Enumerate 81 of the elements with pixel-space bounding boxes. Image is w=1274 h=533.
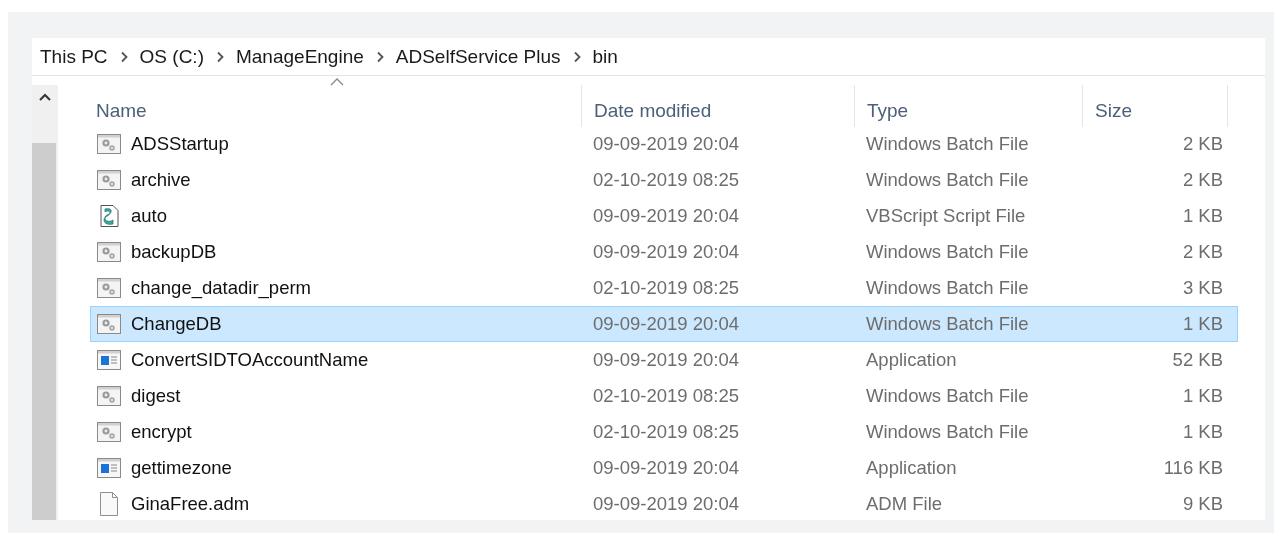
breadcrumb-item[interactable]: ManageEngine <box>235 45 364 68</box>
file-name: digest <box>131 385 181 407</box>
file-type-cell-text: Windows Batch File <box>865 133 1030 155</box>
date-modified-cell-text: 09-09-2019 20:04 <box>592 133 741 155</box>
file-row[interactable]: encrypt 02-10-2019 08:25 Windows Batch File 1 KB <box>90 414 1238 450</box>
file-size-cell-text: 1 KB <box>1181 421 1224 443</box>
script-file-icon <box>97 204 121 228</box>
application-icon <box>97 350 121 370</box>
file-size-cell-text: 2 KB <box>1181 169 1224 191</box>
file-name: change_datadir_perm <box>131 277 311 299</box>
breadcrumb-item[interactable]: OS (C:) <box>139 45 204 68</box>
file-type-cell-text: Windows Batch File <box>865 385 1030 407</box>
file-size-cell-text: 52 KB <box>1171 349 1224 371</box>
date-modified-cell-text: 09-09-2019 20:04 <box>592 313 741 335</box>
file-row[interactable]: GinaFree.adm 09-09-2019 20:04 ADM File 9 KB <box>90 486 1238 520</box>
file-type-cell-text: ADM File <box>865 493 944 515</box>
column-header[interactable]: Date modified <box>581 85 854 127</box>
file-row[interactable]: ConvertSIDTOAccountName 09-09-2019 20:04 Application 52 KB <box>90 342 1238 378</box>
file-size-cell-text: 9 KB <box>1181 493 1224 515</box>
file-type-cell-text: VBScript Script File <box>865 205 1027 227</box>
chevron-right-icon <box>119 50 128 63</box>
file-size-cell-text: 2 KB <box>1181 133 1224 155</box>
chevron-right-icon <box>215 50 224 63</box>
date-modified-cell-text: 02-10-2019 08:25 <box>592 421 741 443</box>
date-modified-cell-text: 09-09-2019 20:04 <box>592 205 741 227</box>
file-row[interactable]: gettimezone 09-09-2019 20:04 Application 116 KB <box>90 450 1238 486</box>
batch-file-icon <box>97 134 121 154</box>
file-size-cell-text: 2 KB <box>1181 241 1224 263</box>
file-type-cell-text: Windows Batch File <box>865 313 1030 335</box>
breadcrumb-item[interactable]: This PC <box>40 45 108 68</box>
batch-file-icon <box>97 278 121 298</box>
file-name: encrypt <box>131 421 192 443</box>
file-name: auto <box>131 205 167 227</box>
file-name: ADSStartup <box>131 133 229 155</box>
file-name: ChangeDB <box>131 313 222 335</box>
file-row[interactable]: digest 02-10-2019 08:25 Windows Batch File 1 KB <box>90 378 1238 414</box>
file-type-cell-text: Application <box>865 349 958 371</box>
file-name: GinaFree.adm <box>131 493 250 515</box>
scrollbar-thumb[interactable] <box>32 143 56 520</box>
file-row[interactable]: backupDB 09-09-2019 20:04 Windows Batch File 2 KB <box>90 234 1238 270</box>
file-row[interactable]: ChangeDB 09-09-2019 20:04 Windows Batch File 1 KB <box>90 306 1238 342</box>
file-type-cell-text: Windows Batch File <box>865 241 1030 263</box>
column-header[interactable]: Name <box>90 85 581 127</box>
file-size-cell-text: 1 KB <box>1181 313 1224 335</box>
batch-file-icon <box>97 242 121 262</box>
blank-file-icon <box>99 492 119 516</box>
file-row[interactable]: auto 09-09-2019 20:04 VBScript Script File 1 KB <box>90 198 1238 234</box>
date-modified-cell-text: 09-09-2019 20:04 <box>592 349 741 371</box>
file-size-cell-text: 116 KB <box>1162 457 1224 479</box>
file-type-cell-text: Windows Batch File <box>865 421 1030 443</box>
date-modified-cell-text: 02-10-2019 08:25 <box>592 169 741 191</box>
date-modified-cell-text: 02-10-2019 08:25 <box>592 385 741 407</box>
file-size-cell-text: 1 KB <box>1181 385 1224 407</box>
file-size-cell-text: 1 KB <box>1181 205 1224 227</box>
file-type-cell-text: Application <box>865 457 958 479</box>
file-name: archive <box>131 169 191 191</box>
file-size-cell-text: 3 KB <box>1181 277 1224 299</box>
file-row[interactable]: ADSStartup 09-09-2019 20:04 Windows Batch File 2 KB <box>90 126 1238 162</box>
chevron-right-icon <box>375 50 384 63</box>
batch-file-icon <box>97 386 121 406</box>
file-row[interactable]: archive 02-10-2019 08:25 Windows Batch File 2 KB <box>90 162 1238 198</box>
file-type-cell-text: Windows Batch File <box>865 169 1030 191</box>
file-type-cell-text: Windows Batch File <box>865 277 1030 299</box>
application-icon <box>97 458 121 478</box>
batch-file-icon <box>97 170 121 190</box>
date-modified-cell-text: 09-09-2019 20:04 <box>592 457 741 479</box>
date-modified-cell-text: 09-09-2019 20:04 <box>592 241 741 263</box>
date-modified-cell-text: 09-09-2019 20:04 <box>592 493 741 515</box>
file-name: gettimezone <box>131 457 232 479</box>
breadcrumb-item[interactable]: bin <box>592 45 618 68</box>
file-name: backupDB <box>131 241 217 263</box>
column-header[interactable]: Size <box>1082 85 1228 127</box>
chevron-right-icon <box>572 50 581 63</box>
file-name: ConvertSIDTOAccountName <box>131 349 369 371</box>
batch-file-icon <box>97 422 121 442</box>
breadcrumb-item[interactable]: ADSelfService Plus <box>395 45 561 68</box>
scroll-up-icon[interactable] <box>39 93 51 101</box>
column-header[interactable]: Type <box>854 85 1082 127</box>
batch-file-icon <box>97 314 121 334</box>
file-row[interactable]: change_datadir_perm 02-10-2019 08:25 Windows Batch File 3 KB <box>90 270 1238 306</box>
date-modified-cell-text: 02-10-2019 08:25 <box>592 277 741 299</box>
